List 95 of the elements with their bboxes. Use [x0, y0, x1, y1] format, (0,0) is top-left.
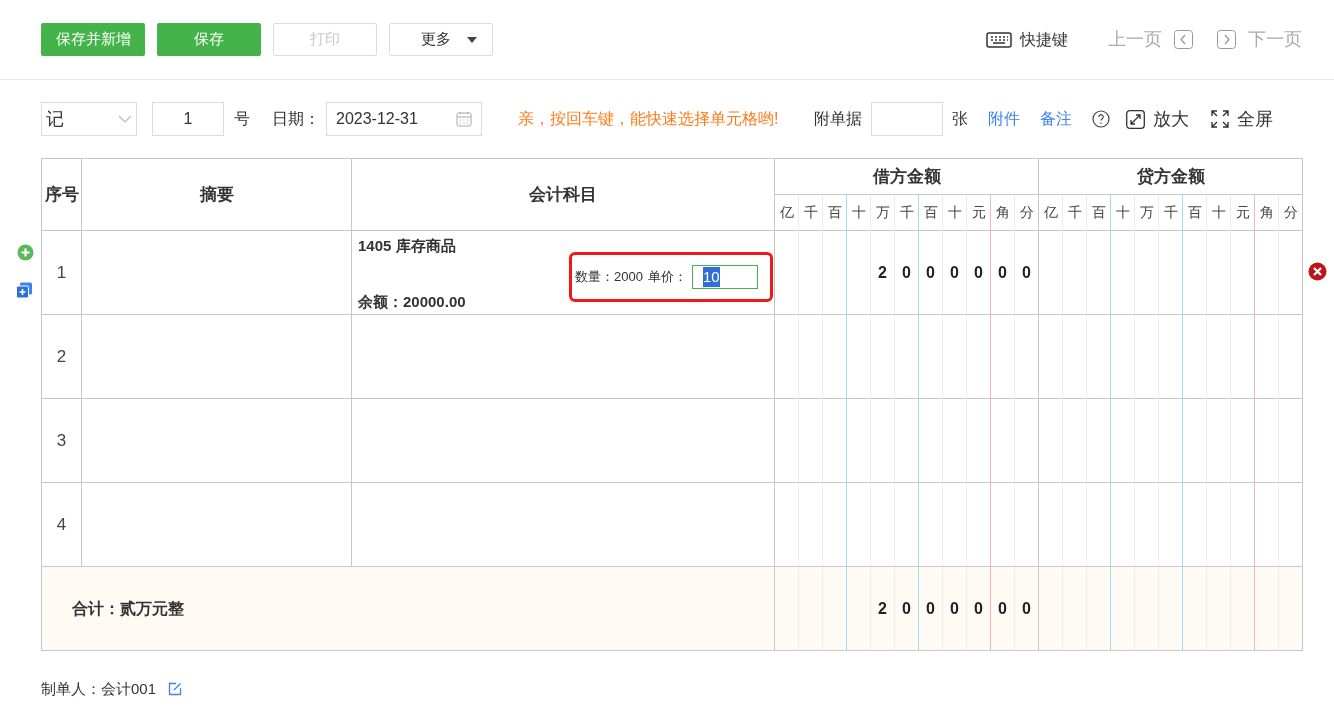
- amount-digit: 0: [895, 567, 919, 651]
- amount-cell[interactable]: [1279, 567, 1303, 651]
- amount-cell[interactable]: [823, 567, 847, 651]
- amount-cell[interactable]: [1159, 231, 1183, 315]
- amount-digit: 0: [895, 231, 919, 315]
- amount-cell[interactable]: [895, 315, 919, 399]
- edit-icon[interactable]: [168, 682, 183, 697]
- amount-cell[interactable]: [823, 231, 847, 315]
- amount-digit: 0: [991, 231, 1015, 315]
- amount-cell[interactable]: [1231, 315, 1255, 399]
- amount-digit: 2: [871, 567, 895, 651]
- amount-cell[interactable]: [1015, 315, 1039, 399]
- quantity-label: 数量：2000: [575, 268, 643, 287]
- column-header: 摘要: [82, 159, 352, 231]
- amount-cell[interactable]: [895, 483, 919, 567]
- price-label: 单价：: [647, 268, 687, 287]
- chevron-down-icon: [118, 115, 132, 123]
- amount-cell[interactable]: [1087, 315, 1111, 399]
- amount-digit: 0: [943, 231, 967, 315]
- text-link[interactable]: 附件: [988, 107, 1021, 131]
- calendar-icon: [456, 111, 472, 127]
- keyboard-icon: [986, 31, 1012, 48]
- amount-cell[interactable]: [823, 483, 847, 567]
- amount-digit: 0: [967, 567, 991, 651]
- more-dropdown[interactable]: 更多: [389, 23, 493, 56]
- amount-digit: 0: [919, 567, 943, 651]
- amount-digit: 0: [943, 567, 967, 651]
- zoom-button[interactable]: 放大: [1126, 105, 1190, 133]
- amount-cell[interactable]: [823, 315, 847, 399]
- amount-digit: 0: [991, 567, 1015, 651]
- column-header: 序号: [42, 159, 82, 231]
- amount-cell[interactable]: [1159, 483, 1183, 567]
- amount-cell[interactable]: [1231, 483, 1255, 567]
- amount-cell[interactable]: [1279, 399, 1303, 483]
- voucher-number-field[interactable]: 1: [152, 102, 224, 136]
- amount-cell[interactable]: [1279, 231, 1303, 315]
- fullscreen-icon: [1211, 110, 1230, 128]
- row-number: 3: [42, 399, 82, 483]
- fullscreen-button[interactable]: 全屏: [1211, 105, 1274, 133]
- caret-icon: [467, 36, 477, 43]
- amount-cell[interactable]: [1159, 315, 1183, 399]
- summary-cell[interactable]: [82, 231, 352, 315]
- attachments-unit-label: 张: [952, 109, 969, 129]
- expand-icon: [1126, 109, 1146, 129]
- amount-cell[interactable]: [1231, 399, 1255, 483]
- amount-cell[interactable]: [1087, 399, 1111, 483]
- amount-cell[interactable]: [1231, 567, 1255, 651]
- amount-digit: 0: [919, 231, 943, 315]
- add-row-icon[interactable]: [17, 244, 34, 261]
- attachments-label: 附单据: [814, 109, 863, 129]
- delete-row-icon[interactable]: [1308, 262, 1327, 281]
- amount-digit: 0: [1015, 231, 1039, 315]
- price-field[interactable]: 10: [691, 265, 758, 289]
- amount-cell[interactable]: [1087, 567, 1111, 651]
- voucher-type-select[interactable]: 记: [41, 102, 137, 136]
- chevron-left-icon: [1174, 30, 1193, 49]
- credit-header: 贷方金额: [1039, 159, 1303, 195]
- row-number: 1: [42, 231, 82, 315]
- amount-digit: 0: [1015, 567, 1039, 651]
- amount-cell[interactable]: [1279, 483, 1303, 567]
- amount-cell[interactable]: [967, 315, 991, 399]
- number-suffix-label: 号: [234, 109, 250, 129]
- amount-cell[interactable]: [967, 399, 991, 483]
- chevron-right-icon: [1217, 30, 1236, 49]
- copy-row-icon[interactable]: [16, 282, 33, 299]
- maker-label: 制单人：会计001: [41, 679, 157, 699]
- debit-header: 借方金额: [775, 159, 1039, 195]
- amount-digit: 0: [967, 231, 991, 315]
- amount-cell[interactable]: [1087, 483, 1111, 567]
- attachments-count-field[interactable]: [871, 102, 944, 136]
- amount-cell[interactable]: [967, 483, 991, 567]
- amount-cell[interactable]: [1159, 399, 1183, 483]
- summary-cell[interactable]: [82, 399, 352, 483]
- date-field[interactable]: 2023-12-31: [326, 102, 482, 136]
- column-header: 会计科目: [352, 159, 775, 231]
- total-label: 合计：贰万元整: [42, 567, 775, 651]
- account-cell[interactable]: 1405 库存商品 余额：20000.00 数量：2000 单价： 10: [352, 231, 775, 315]
- summary-cell[interactable]: [82, 315, 352, 399]
- amount-cell[interactable]: [1159, 567, 1183, 651]
- help-icon: [1092, 110, 1111, 128]
- text-link[interactable]: 备注: [1040, 107, 1073, 131]
- account-name: 1405 库存商品: [358, 236, 456, 256]
- amount-cell[interactable]: [1231, 231, 1255, 315]
- date-label: 日期：: [272, 109, 320, 129]
- hint-text: 亲，按回车键，能快速选择单元格哟!: [518, 109, 779, 129]
- amount-cell[interactable]: [1087, 231, 1111, 315]
- amount-cell[interactable]: [1015, 483, 1039, 567]
- shortcut-button[interactable]: 快捷键: [986, 27, 1068, 52]
- amount-cell[interactable]: [1279, 315, 1303, 399]
- amount-digit: 2: [871, 231, 895, 315]
- row-number: 2: [42, 315, 82, 399]
- amount-cell[interactable]: [895, 399, 919, 483]
- amount-cell[interactable]: [823, 399, 847, 483]
- amount-cell[interactable]: [1015, 399, 1039, 483]
- account-balance: 余额：20000.00: [358, 292, 466, 312]
